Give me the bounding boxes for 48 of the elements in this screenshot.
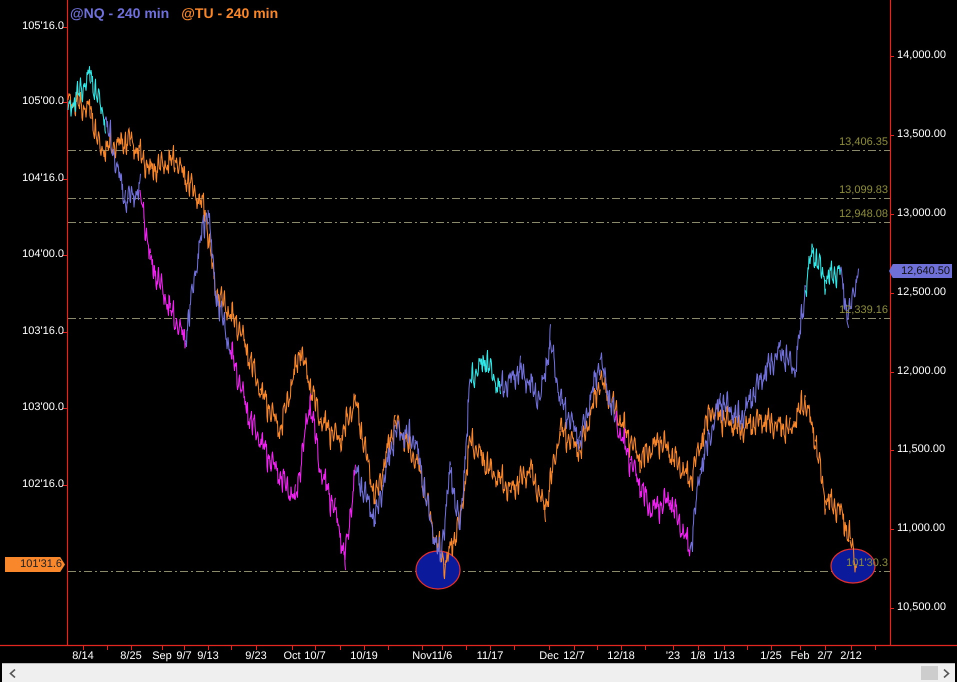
price-tag: 12,640.50	[889, 264, 952, 278]
axis-label: 14,000.00	[897, 50, 946, 61]
axis-label: 2/7	[817, 651, 833, 662]
axis-label: 9/13	[197, 651, 219, 662]
axis-label: 13,000.00	[897, 208, 946, 219]
axis-label: 10/19	[350, 651, 378, 662]
axis-label: Nov	[412, 651, 432, 662]
scrollbar-thumb[interactable]	[921, 666, 938, 680]
axis-label: Sep	[152, 651, 172, 662]
axis-label: 13,500.00	[897, 129, 946, 140]
axis-label: 11/17	[476, 651, 504, 662]
axis-label: Feb	[790, 651, 810, 662]
scroll-right-icon[interactable]	[943, 669, 950, 678]
axis-label: 10,500.00	[897, 602, 946, 613]
axis-label: 104'00.0	[22, 249, 64, 260]
axis-label: 104'16.0	[22, 173, 64, 184]
axis-label: 105'00.0	[22, 96, 64, 107]
axis-label: Dec	[539, 651, 559, 662]
axis-label: 9/23	[245, 651, 267, 662]
axis-label: Oct	[283, 651, 301, 662]
axis-label: 12/18	[607, 651, 635, 662]
scrollbar[interactable]	[2, 663, 955, 682]
axis-label: 105'16.0	[22, 21, 64, 32]
axis-label: 102'16.0	[22, 479, 64, 490]
axis-label: 10/7	[304, 651, 326, 662]
level-label: 13,099.83	[839, 185, 888, 196]
axis-label: 103'00.0	[22, 402, 64, 413]
legend-label: @NQ - 240 min	[70, 4, 170, 23]
axis-label: 103'16.0	[22, 326, 64, 337]
axis-label: 11/6	[432, 651, 452, 662]
axis-label: 11,000.00	[897, 523, 946, 534]
axis-label: 12,000.00	[897, 366, 946, 377]
axis-label: 12,500.00	[897, 287, 946, 298]
axis-label: '23	[666, 651, 680, 662]
axis-label: 9/7	[176, 651, 192, 662]
legend-label: @TU - 240 min	[181, 4, 278, 23]
price-tag: 101'31.6	[5, 557, 65, 572]
axis-label: 1/8	[690, 651, 706, 662]
axis-label: 1/13	[713, 651, 735, 662]
scroll-left-icon[interactable]	[9, 669, 16, 678]
axis-label: 1/25	[760, 651, 782, 662]
level-label: 13,406.35	[839, 137, 888, 148]
axis-label: 2/12	[840, 651, 862, 662]
axis-label: 8/25	[120, 651, 142, 662]
axis-label: 8/14	[72, 651, 94, 662]
axis-label: 12/7	[563, 651, 585, 662]
axis-label: 11,500.00	[897, 444, 946, 455]
level-label: 12,948.08	[839, 209, 888, 220]
